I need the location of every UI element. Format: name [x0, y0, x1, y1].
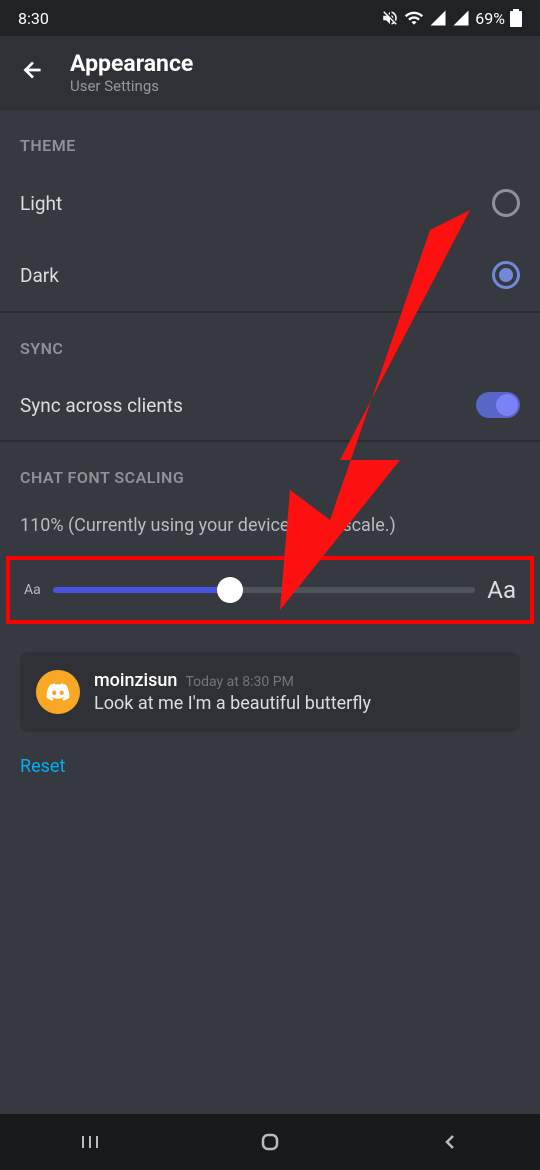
wifi-icon [404, 8, 424, 28]
signal-icon-2 [452, 9, 470, 27]
chat-preview: moinzisun Today at 8:30 PM Look at me I'… [20, 652, 520, 732]
nav-home[interactable] [240, 1130, 300, 1154]
page-subtitle: User Settings [70, 77, 193, 95]
theme-dark-option[interactable]: Dark [0, 239, 540, 311]
battery-icon [510, 9, 522, 27]
battery-text: 69% [475, 9, 505, 28]
preview-timestamp: Today at 8:30 PM [185, 674, 293, 690]
discord-logo-icon [45, 679, 71, 705]
navigation-bar [0, 1114, 540, 1170]
sync-section-header: SYNC [0, 312, 540, 370]
theme-dark-label: Dark [20, 264, 59, 287]
status-time: 8:30 [18, 9, 49, 28]
nav-recent[interactable] [60, 1130, 120, 1154]
page-title: Appearance [70, 50, 193, 77]
avatar [36, 670, 80, 714]
back-button[interactable] [20, 57, 46, 89]
signal-icon-1 [429, 9, 447, 27]
mute-icon [381, 9, 399, 27]
font-scaling-section-header: CHAT FONT SCALING [0, 441, 540, 499]
radio-unchecked-icon [492, 189, 520, 217]
sync-label: Sync across clients [20, 394, 183, 417]
theme-light-label: Light [20, 192, 62, 215]
radio-checked-icon [492, 261, 520, 289]
font-scale-slider-container: Aa Aa [6, 556, 534, 624]
font-scale-value: 110% (Currently using your device's font… [0, 499, 540, 556]
theme-light-option[interactable]: Light [0, 167, 540, 239]
slider-fill [53, 587, 230, 593]
nav-back[interactable] [420, 1130, 480, 1154]
status-bar: 8:30 69% [0, 0, 540, 36]
header: Appearance User Settings [0, 36, 540, 109]
preview-username: moinzisun [94, 670, 177, 691]
slider-label-large: Aa [487, 576, 516, 604]
slider-thumb [217, 577, 243, 603]
status-icons: 69% [381, 8, 522, 28]
slider-label-small: Aa [24, 582, 41, 598]
font-scale-slider[interactable] [53, 587, 476, 593]
sync-option[interactable]: Sync across clients [0, 370, 540, 440]
theme-section-header: THEME [0, 109, 540, 167]
toggle-on-icon [476, 392, 520, 418]
preview-message: Look at me I'm a beautiful butterfly [94, 693, 504, 714]
reset-button[interactable]: Reset [0, 732, 540, 801]
